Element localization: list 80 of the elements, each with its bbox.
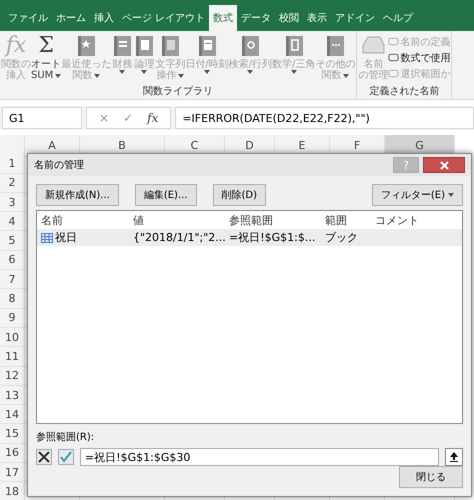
row-header[interactable]: 17 <box>0 463 25 482</box>
ribbon-small-button[interactable]: 数式で使用 <box>388 50 450 65</box>
dialog-button[interactable]: 削除(D) <box>212 184 266 206</box>
column-heading[interactable]: 名前 <box>37 212 129 228</box>
caret-icon <box>141 70 148 74</box>
row-header[interactable]: 13 <box>0 386 25 406</box>
caret-icon <box>343 74 350 78</box>
ribbon-tab[interactable]: 表示 <box>303 5 332 31</box>
close-dialog-button[interactable]: 閉じる <box>399 466 463 488</box>
row-header[interactable]: 14 <box>0 405 25 424</box>
close-icon <box>440 160 448 170</box>
ribbon-icon <box>388 68 400 79</box>
row-header[interactable]: 18 <box>0 482 25 500</box>
column-heading[interactable]: 値 <box>129 212 225 228</box>
ribbon-tab[interactable]: ホーム <box>52 5 90 31</box>
row-header[interactable]: 8 <box>0 289 25 309</box>
group-label: 関数ライブラリ <box>142 86 214 99</box>
row-header[interactable]: 16 <box>0 444 25 464</box>
book-icon <box>239 34 262 58</box>
column-heading[interactable]: 参照範囲 <box>225 212 321 228</box>
column-heading[interactable]: 範囲 <box>321 212 371 228</box>
name-box[interactable]: G1 <box>2 107 82 129</box>
table-icon <box>41 232 53 242</box>
row-header[interactable]: 4 <box>0 212 25 232</box>
row-header[interactable]: 2 <box>0 174 25 193</box>
book-icon <box>133 34 156 58</box>
book-icon <box>75 34 98 58</box>
column-heading[interactable]: コメント <box>371 212 462 228</box>
caret-icon <box>94 74 100 78</box>
ribbon-tab[interactable]: 数式 <box>209 5 238 31</box>
insert-function-button[interactable]: fx <box>147 111 158 125</box>
cross-icon <box>38 451 50 463</box>
caret-icon <box>204 70 210 74</box>
ribbon-tab[interactable]: データ <box>237 5 276 31</box>
book-icon <box>159 34 182 58</box>
refers-to-label: 参照範囲(R): <box>36 430 96 444</box>
ribbon-icon <box>388 36 400 47</box>
table-cell-text: =祝日!$G$1:$... <box>228 230 316 245</box>
dialog-title: 名前の管理 <box>34 159 85 172</box>
row-header[interactable]: 6 <box>0 250 25 270</box>
book-icon <box>111 34 134 58</box>
row-header[interactable]: 7 <box>0 270 25 290</box>
name-row[interactable]: 祝日 {"2018/1/1";"2... =祝日!$G$1:$... ブック <box>37 229 462 246</box>
check-icon <box>60 451 72 463</box>
caret-icon <box>119 70 126 74</box>
row-header[interactable]: 12 <box>0 366 25 386</box>
formula-field[interactable]: =IFERROR(DATE(D22,E22,F22),"") <box>175 107 474 129</box>
row-header[interactable]: 3 <box>0 192 25 212</box>
row-header[interactable]: 10 <box>0 328 25 348</box>
book-icon <box>324 34 346 58</box>
row-header[interactable]: 1 <box>0 154 25 174</box>
row-header[interactable]: 11 <box>0 347 25 367</box>
caret-icon <box>55 74 62 78</box>
ribbon-tab[interactable]: 挿入 <box>90 5 118 31</box>
collapse-button[interactable] <box>445 448 463 466</box>
group-label: 定義された名前 <box>368 86 440 99</box>
close-button[interactable] <box>423 157 465 173</box>
ribbon-tab[interactable]: ヘルプ <box>379 5 418 31</box>
ribbon-tab[interactable]: アドイン <box>331 5 380 31</box>
caret-icon <box>178 74 184 78</box>
cancel-button[interactable] <box>36 449 52 465</box>
caret-icon <box>448 193 454 197</box>
filter-button[interactable]: フィルター(E) <box>372 184 463 206</box>
table-cell-text: {"2018/1/1";"2... <box>132 231 225 244</box>
row-header[interactable]: 5 <box>0 231 25 251</box>
caret-icon <box>290 70 297 74</box>
caret-icon <box>247 70 254 74</box>
table-cell: 祝日 <box>55 230 77 245</box>
refers-to-field[interactable]: =祝日!$G$1:$G$30 <box>80 448 439 466</box>
ribbon-tab[interactable]: ファイル <box>4 5 52 31</box>
ribbon-tab[interactable]: 校閲 <box>275 5 304 31</box>
dialog-button[interactable]: 編集(E)... <box>134 184 196 206</box>
row-header[interactable]: 15 <box>0 424 25 444</box>
ribbon-tab[interactable]: ページ レイアウト <box>118 5 210 31</box>
table-cell-text: ブック <box>324 230 359 245</box>
ribbon-button[interactable]: Σ オート SUM <box>31 33 62 86</box>
ribbon-icon <box>388 52 400 63</box>
dialog-button[interactable]: 新規作成(N)... <box>36 184 119 206</box>
up-arrow-icon <box>449 452 459 462</box>
row-header[interactable]: 9 <box>0 308 25 328</box>
